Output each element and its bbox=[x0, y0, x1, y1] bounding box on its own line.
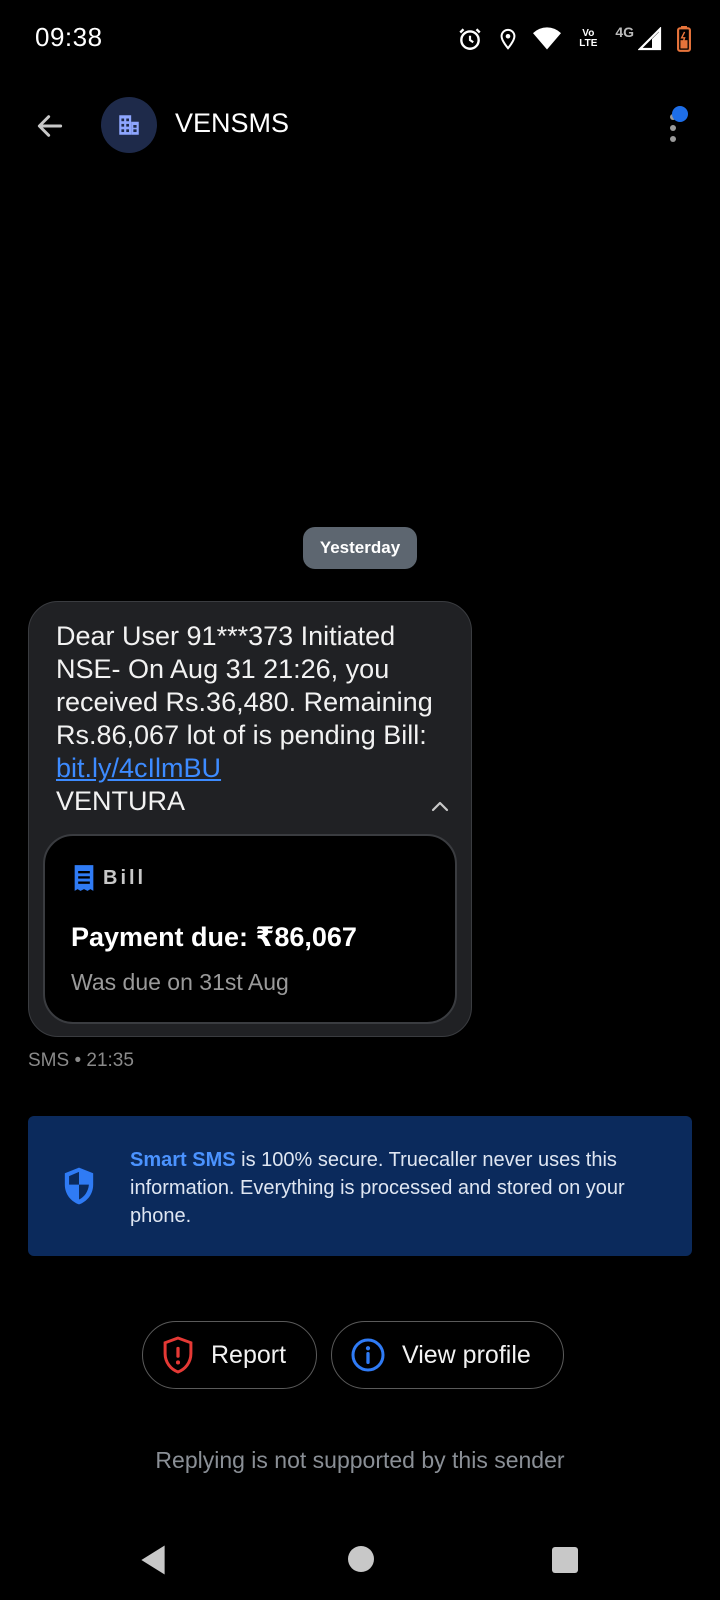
more-options-button[interactable] bbox=[660, 102, 690, 152]
sms-conversation-screen: 09:38 Vo LTE 4G VENSMS Yesterday Dear Us… bbox=[0, 0, 720, 1600]
message-bubble[interactable]: Dear User 91***373 Initiated NSE- On Aug… bbox=[28, 601, 472, 1037]
system-navigation-bar bbox=[0, 1520, 720, 1600]
chevron-up-icon bbox=[431, 801, 449, 812]
bill-card[interactable]: Bill Payment due: ₹86,067 Was due on 31s… bbox=[43, 834, 457, 1024]
volte-label-bottom: LTE bbox=[579, 38, 598, 49]
view-profile-button[interactable]: View profile bbox=[331, 1321, 564, 1389]
shield-icon bbox=[64, 1167, 94, 1205]
sender-name[interactable]: VENSMS bbox=[175, 108, 289, 139]
network-type: 4G bbox=[615, 24, 634, 40]
message-text: Dear User 91***373 Initiated NSE- On Aug… bbox=[56, 620, 446, 818]
back-button[interactable] bbox=[28, 104, 72, 148]
status-bar: 09:38 Vo LTE 4G bbox=[0, 0, 720, 78]
view-profile-label: View profile bbox=[402, 1340, 531, 1369]
conversation-header: VENSMS bbox=[0, 90, 720, 160]
notification-dot bbox=[672, 106, 688, 122]
collapse-button[interactable] bbox=[425, 792, 455, 822]
message-meta: SMS • 21:35 bbox=[28, 1050, 134, 1071]
nav-home-icon[interactable] bbox=[348, 1546, 374, 1572]
sender-avatar[interactable] bbox=[101, 97, 157, 153]
date-chip: Yesterday bbox=[303, 527, 417, 569]
building-icon bbox=[119, 115, 139, 135]
smart-sms-banner: Smart SMS is 100% secure. Truecaller nev… bbox=[28, 1116, 692, 1256]
receipt-icon bbox=[74, 865, 94, 891]
payment-due-amount: Payment due: ₹86,067 bbox=[71, 922, 357, 952]
alarm-icon bbox=[459, 28, 481, 50]
report-label: Report bbox=[211, 1340, 287, 1369]
report-shield-icon bbox=[163, 1336, 193, 1374]
volte-icon: Vo LTE bbox=[575, 29, 601, 49]
smart-sms-text: Smart SMS is 100% secure. Truecaller nev… bbox=[130, 1146, 670, 1230]
report-button[interactable]: Report bbox=[142, 1321, 317, 1389]
signal-icon bbox=[638, 27, 662, 51]
bill-label: Bill bbox=[103, 866, 147, 889]
status-time: 09:38 bbox=[35, 22, 103, 52]
message-signature: VENTURA bbox=[56, 786, 186, 816]
info-icon bbox=[351, 1338, 385, 1372]
smart-sms-highlight: Smart SMS bbox=[130, 1149, 236, 1171]
arrow-left-icon bbox=[37, 115, 63, 137]
bill-card-header: Bill bbox=[71, 864, 146, 892]
reply-not-supported-note: Replying is not supported by this sender bbox=[155, 1447, 565, 1473]
location-icon bbox=[500, 28, 516, 50]
nav-back-icon[interactable] bbox=[138, 1544, 168, 1576]
message-link[interactable]: bit.ly/4cIlmBU bbox=[56, 753, 221, 783]
message-body: Dear User 91***373 Initiated NSE- On Aug… bbox=[56, 621, 433, 750]
status-icons: Vo LTE 4G bbox=[457, 22, 692, 56]
wifi-icon bbox=[533, 27, 562, 50]
payment-due-date: Was due on 31st Aug bbox=[71, 969, 289, 995]
battery-icon bbox=[677, 26, 691, 52]
nav-recents-icon[interactable] bbox=[552, 1547, 578, 1573]
